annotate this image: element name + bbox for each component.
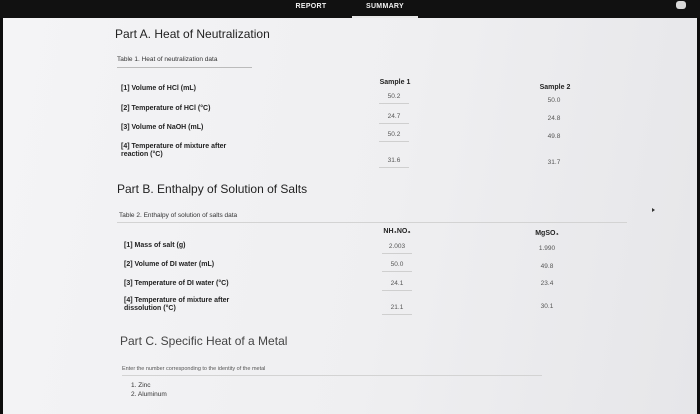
table-1-cell[interactable]: 49.8	[539, 133, 569, 140]
part-c-title: Part C. Specific Heat of a Metal	[120, 334, 288, 348]
part-c-instruction-rule	[122, 375, 542, 376]
tab-report[interactable]: REPORT	[282, 0, 340, 18]
table-1-row-label: [1] Volume of HCl (mL)	[121, 85, 196, 92]
table-2-row-label: [4] Temperature of mixture after	[124, 297, 230, 304]
table-1-col-sample-1: Sample 1	[379, 79, 411, 86]
table-1-cell[interactable]: 50.2	[379, 93, 409, 100]
table-1-cell[interactable]: 24.7	[379, 113, 409, 120]
corner-badge	[676, 1, 686, 9]
top-tab-bar: REPORT SUMMARY	[0, 0, 700, 18]
table-2-row-label: [2] Volume of DI water (mL)	[124, 261, 215, 268]
table-2-row-label: [1] Mass of salt (g)	[124, 242, 186, 249]
table-2-caption: Table 2. Enthalpy of solution of salts d…	[119, 212, 238, 219]
table-1-col-sample-2: Sample 2	[539, 84, 571, 91]
table-1-row-label: reaction (°C)	[121, 151, 163, 158]
tab-summary[interactable]: SUMMARY	[352, 0, 418, 18]
table-2-cell-underline	[382, 314, 412, 315]
report-page: Part A. Heat of Neutralization Table 1. …	[3, 18, 697, 414]
part-b-title: Part B. Enthalpy of Solution of Salts	[117, 182, 308, 196]
table-2-col-mgso4: MgSO₄	[535, 230, 559, 237]
pointer-cursor-icon	[652, 208, 655, 212]
table-1-row-label: [3] Volume of NaOH (mL)	[121, 124, 204, 131]
table-2-cell[interactable]: 23.4	[532, 280, 562, 287]
table-1-caption-underline	[117, 67, 252, 68]
table-2-cell[interactable]: 1.990	[532, 245, 562, 252]
table-2-cell[interactable]: 30.1	[532, 303, 562, 310]
table-1-cell-underline	[379, 141, 409, 142]
table-1-cell[interactable]: 50.0	[539, 97, 569, 104]
table-1-cell-underline	[379, 103, 409, 104]
table-2-cell[interactable]: 49.8	[532, 263, 562, 270]
metal-option: 1. Zinc	[131, 382, 151, 389]
table-1-cell[interactable]: 50.2	[379, 131, 409, 138]
table-2-cell[interactable]: 2.003	[382, 243, 412, 250]
table-1-row-label: [4] Temperature of mixture after	[121, 143, 227, 150]
table-2-col-nh4no3: NH₄NO₃	[383, 228, 411, 235]
table-1-cell[interactable]: 24.8	[539, 115, 569, 122]
table-2-cell[interactable]: 24.1	[382, 280, 412, 287]
table-1-cell[interactable]: 31.7	[539, 159, 569, 166]
table-2-cell-underline	[382, 253, 412, 254]
table-2-row-label: [3] Temperature of DI water (°C)	[124, 280, 229, 287]
table-1-cell-underline	[379, 123, 409, 124]
table-1-cell[interactable]: 31.6	[379, 157, 409, 164]
part-c-instruction: Enter the number corresponding to the id…	[122, 366, 266, 372]
table-2-cell[interactable]: 50.0	[382, 261, 412, 268]
table-1-caption: Table 1. Heat of neutralization data	[117, 56, 218, 63]
table-2-row-label: dissolution (°C)	[124, 305, 176, 312]
table-2-cell[interactable]: 21.1	[382, 304, 412, 311]
table-1-cell-underline	[379, 167, 409, 168]
table-2-top-rule	[117, 222, 627, 223]
table-2-cell-underline	[382, 290, 412, 291]
metal-option: 2. Aluminum	[131, 391, 167, 398]
table-2-cell-underline	[382, 271, 412, 272]
part-a-title: Part A. Heat of Neutralization	[115, 27, 270, 41]
table-1-row-label: [2] Temperature of HCl (°C)	[121, 105, 211, 112]
